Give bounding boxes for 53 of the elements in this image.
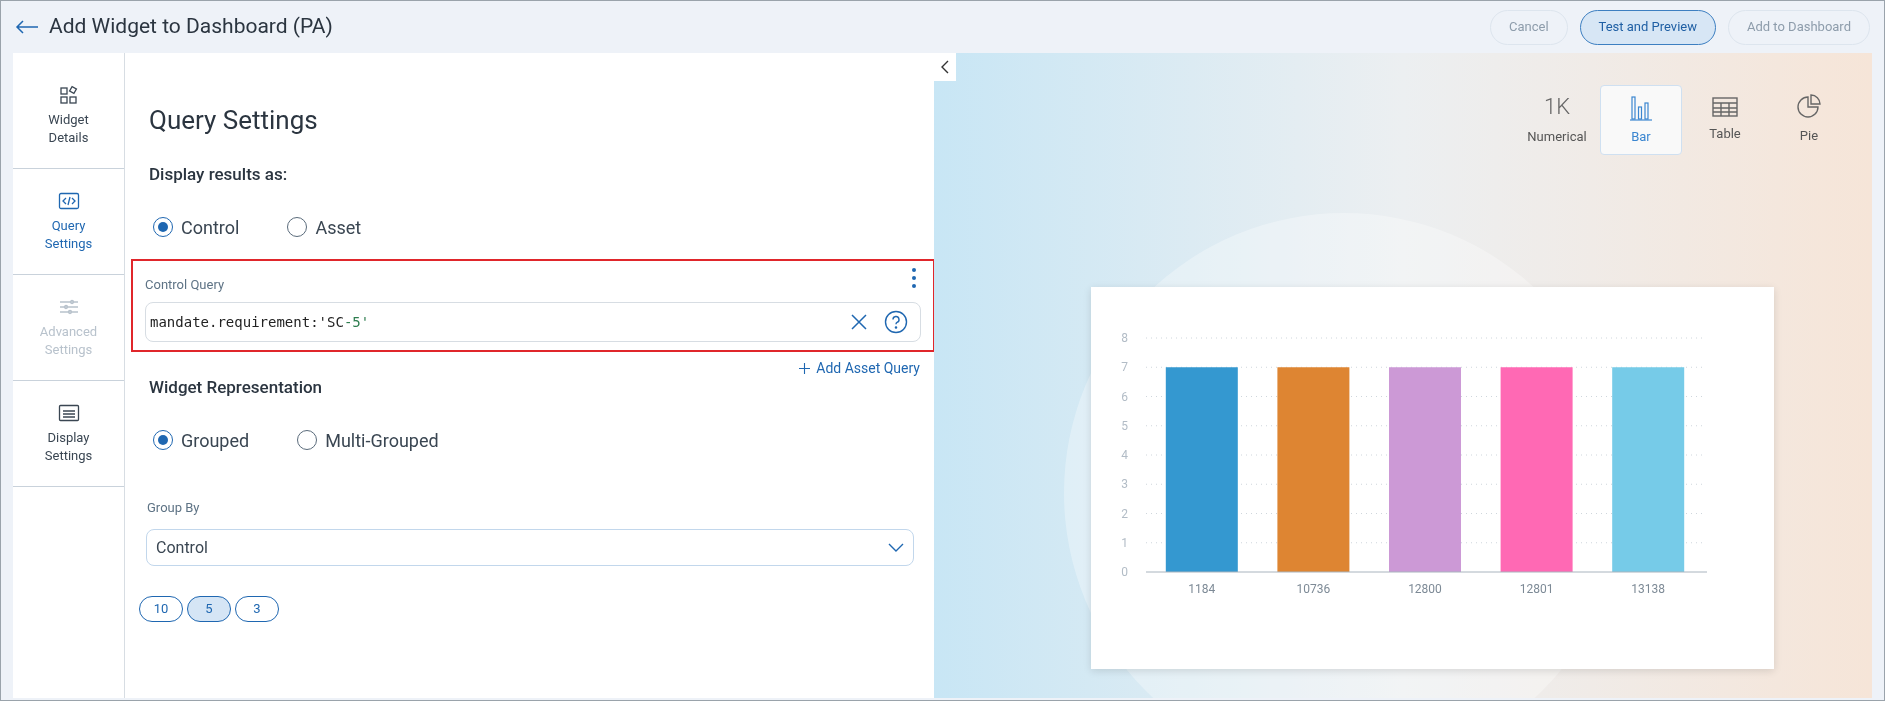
chart-type-tab[interactable]: Table <box>1684 85 1766 155</box>
display-results-label: Display results as: <box>149 163 289 186</box>
numerical-icon: 1K <box>1543 93 1571 122</box>
radio-label: Asset <box>315 215 362 240</box>
x-tick-label: 10736 <box>1296 582 1331 596</box>
section-title: Query Settings <box>149 104 319 137</box>
back-arrow-icon[interactable] <box>15 20 39 34</box>
more-icon[interactable] <box>911 266 917 289</box>
radio-label: Grouped <box>181 428 250 453</box>
chart-type-tab[interactable]: Bar <box>1600 85 1682 155</box>
plus-icon <box>799 363 811 374</box>
limit-chip[interactable]: 3 <box>235 596 279 622</box>
bar-chart-icon <box>1629 93 1653 122</box>
x-tick-label: 13138 <box>1631 582 1666 596</box>
radio-label: Multi-Grouped <box>325 428 439 453</box>
x-tick-label: 12800 <box>1408 582 1442 596</box>
collapse-button[interactable] <box>934 53 956 81</box>
y-tick-label: 7 <box>1121 360 1128 375</box>
chart-type-tab[interactable]: Pie <box>1768 85 1850 155</box>
query-input[interactable]: mandate.requirement:'SC-5' <box>145 302 921 342</box>
y-tick-label: 1 <box>1121 535 1128 550</box>
chevron-down-icon <box>888 543 904 552</box>
widget-representation-label: Widget Representation <box>149 376 324 399</box>
limit-chip[interactable]: 5 <box>187 596 231 622</box>
y-tick-label: 4 <box>1121 448 1128 462</box>
page-title: Add Widget to Dashboard (PA) <box>49 13 333 41</box>
x-tick-label: 1184 <box>1188 582 1216 596</box>
chevron-left-icon <box>941 60 949 74</box>
radio-label: Control <box>181 215 240 240</box>
limit-chip[interactable]: 10 <box>139 596 183 622</box>
table-icon <box>1712 96 1738 119</box>
display-settings-icon <box>57 402 80 423</box>
group-by-dropdown[interactable]: Control <box>146 529 914 566</box>
header-button[interactable]: Test and Preview <box>1579 9 1716 45</box>
y-tick-label: 0 <box>1121 565 1128 579</box>
add-asset-query-link[interactable]: Add Asset Query <box>799 358 920 379</box>
sidebar-item[interactable]: Widget Details <box>13 63 124 169</box>
x-tick-label: 12801 <box>1519 582 1554 596</box>
y-tick-label: 3 <box>1121 477 1128 492</box>
close-icon[interactable] <box>850 313 868 331</box>
field-label: Group By <box>147 498 200 517</box>
widgets-icon <box>58 84 79 105</box>
help-icon[interactable] <box>884 310 908 334</box>
y-tick-label: 2 <box>1121 506 1128 521</box>
field-label: Control Query <box>145 275 225 294</box>
sidebar-item[interactable]: Query Settings <box>13 169 124 275</box>
y-tick-label: 5 <box>1121 418 1128 433</box>
sidebar-item[interactable]: Display Settings <box>13 381 124 487</box>
chart-type-tab[interactable]: 1K Numerical <box>1516 85 1598 155</box>
y-tick-label: 8 <box>1121 331 1128 345</box>
pie-chart-icon <box>1796 94 1822 121</box>
y-tick-label: 6 <box>1121 389 1128 404</box>
code-icon <box>57 190 80 211</box>
